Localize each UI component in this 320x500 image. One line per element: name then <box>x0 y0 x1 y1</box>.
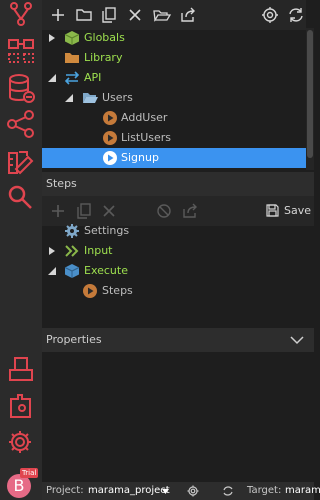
export-icon[interactable] <box>180 201 200 221</box>
tree-item-label: ListUsers <box>121 131 172 144</box>
gear-icon[interactable] <box>260 5 280 25</box>
tree-item-adduser[interactable]: AddUser <box>42 108 306 128</box>
gear-icon <box>65 224 79 238</box>
play-icon <box>103 111 117 125</box>
new-folder-icon[interactable] <box>74 5 94 25</box>
status-bar: Project: marama_project Target: maram <box>42 482 320 500</box>
steps-header: Steps <box>42 172 314 196</box>
step-item-label: Execute <box>84 264 128 277</box>
tree-item-globals[interactable]: Globals <box>42 28 306 48</box>
tree-item-users[interactable]: Users <box>42 88 306 108</box>
project-flow-icon[interactable] <box>3 32 39 68</box>
copy-icon[interactable] <box>74 201 94 221</box>
plugins-icon[interactable] <box>3 387 39 423</box>
design-tools-icon[interactable] <box>3 144 39 180</box>
tree-scrollbar-thumb[interactable] <box>307 30 313 158</box>
expand-arrow-icon[interactable] <box>47 33 57 43</box>
tree-item-library[interactable]: Library <box>42 48 306 68</box>
dropdown-caret-icon[interactable] <box>162 489 169 494</box>
search-icon[interactable] <box>3 180 39 216</box>
avatar-letter: B <box>13 476 25 495</box>
project-selector[interactable]: marama_project <box>88 485 170 496</box>
publish-icon[interactable] <box>3 350 39 386</box>
copy-icon[interactable] <box>99 5 119 25</box>
step-item-label: Input <box>84 244 113 257</box>
expand-arrow-icon[interactable] <box>47 246 57 256</box>
tree-item-listusers[interactable]: ListUsers <box>42 128 306 148</box>
tree-item-api[interactable]: API <box>42 68 306 88</box>
settings-gear-icon[interactable] <box>3 424 39 460</box>
step-item-steps[interactable]: Steps <box>42 281 306 301</box>
project-toolbar <box>42 0 306 30</box>
step-item-label: Steps <box>102 284 133 297</box>
trial-badge: Trial <box>20 468 39 478</box>
cube-icon <box>64 264 80 278</box>
refresh-icon[interactable] <box>286 5 306 25</box>
delete-icon[interactable] <box>99 201 119 221</box>
add-icon[interactable] <box>48 5 68 25</box>
database-icon[interactable] <box>3 70 39 106</box>
properties-title: Properties <box>46 333 102 346</box>
tree-item-label: Library <box>84 51 123 64</box>
left-sidebar: B Trial <box>0 0 42 500</box>
api-icon <box>64 71 80 85</box>
main-panel: Globals Library API Users AddUser ListUs… <box>42 0 314 500</box>
tree-item-label: Signup <box>121 151 159 164</box>
share-nodes-icon[interactable] <box>3 106 39 142</box>
play-icon <box>103 131 117 145</box>
tree-item-label: API <box>84 71 102 84</box>
open-folder-icon[interactable] <box>152 5 172 25</box>
play-icon <box>83 284 97 298</box>
add-icon[interactable] <box>48 201 68 221</box>
cube-icon <box>64 31 80 45</box>
folder-open-icon <box>83 93 98 103</box>
disable-icon[interactable] <box>154 201 174 221</box>
target-selector[interactable]: maram <box>285 485 320 496</box>
export-icon[interactable] <box>178 5 198 25</box>
gear-icon[interactable] <box>187 485 199 497</box>
step-item-settings[interactable]: Settings <box>42 221 306 241</box>
collapse-arrow-icon[interactable] <box>64 93 74 103</box>
project-label: Project: <box>46 485 84 496</box>
step-item-execute[interactable]: Execute <box>42 261 306 281</box>
step-item-input[interactable]: Input <box>42 241 306 261</box>
folder-icon <box>65 53 79 63</box>
save-button[interactable]: Save <box>264 201 312 221</box>
steps-title: Steps <box>46 177 77 190</box>
save-label: Save <box>284 204 312 217</box>
target-label: Target: <box>247 485 282 496</box>
tree-item-label: AddUser <box>121 111 168 124</box>
step-item-label: Settings <box>84 224 130 237</box>
chevron-down-icon[interactable] <box>290 335 304 345</box>
collapse-arrow-icon[interactable] <box>47 73 57 83</box>
save-icon <box>266 204 279 217</box>
tree-item-signup[interactable]: Signup <box>42 148 306 168</box>
play-icon <box>103 151 117 165</box>
collapse-arrow-icon[interactable] <box>47 266 57 276</box>
chevrons-right-icon <box>65 245 79 257</box>
properties-header[interactable]: Properties <box>42 328 314 352</box>
tree-item-label: Globals <box>84 31 125 44</box>
tree-item-label: Users <box>102 91 133 104</box>
delete-icon[interactable] <box>125 5 145 25</box>
git-branch-icon[interactable] <box>3 0 39 36</box>
properties-panel <box>42 352 314 482</box>
refresh-icon[interactable] <box>222 485 234 497</box>
